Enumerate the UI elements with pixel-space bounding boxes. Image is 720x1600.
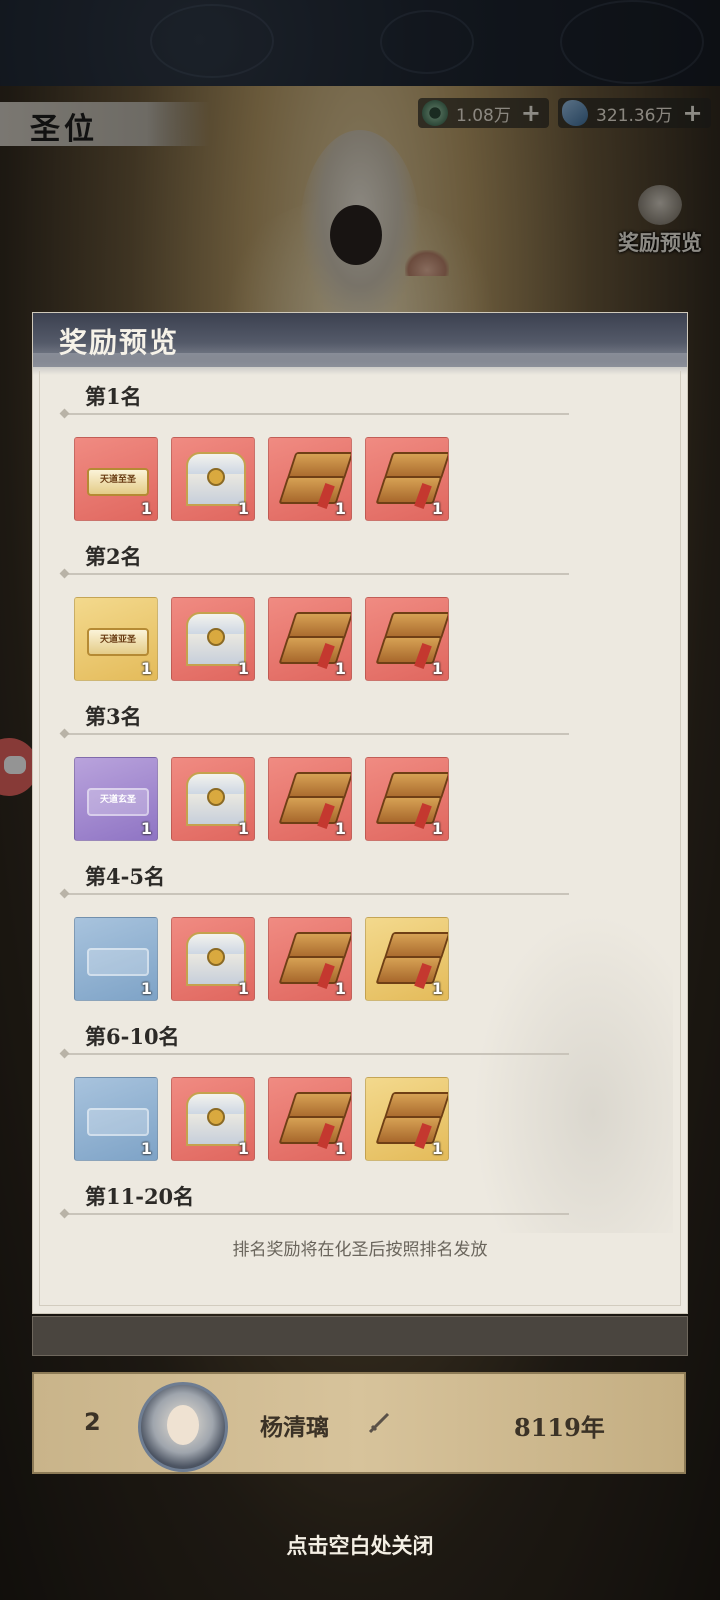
rank-divider: [65, 1213, 569, 1215]
reward-item-token[interactable]: 天道亚圣 1: [74, 597, 158, 681]
reward-item-token[interactable]: 天道至圣 1: [74, 437, 158, 521]
reward-item-book[interactable]: 1: [268, 437, 352, 521]
item-quantity: 1: [431, 819, 443, 838]
reward-item-book[interactable]: 1: [365, 1077, 449, 1161]
item-quantity: 1: [140, 659, 152, 678]
avatar-face: [167, 1405, 199, 1445]
item-quantity: 1: [334, 1139, 346, 1158]
item-quantity: 1: [431, 1139, 443, 1158]
reward-item-book[interactable]: 1: [365, 437, 449, 521]
modal-header: 奖励预览: [33, 313, 687, 375]
rank-divider: [65, 413, 569, 415]
item-quantity: 1: [334, 659, 346, 678]
item-quantity: 1: [334, 499, 346, 518]
reward-items: 天道玄圣 1 1 1 1: [74, 757, 449, 841]
item-quantity: 1: [140, 819, 152, 838]
modal-title: 奖励预览: [59, 326, 180, 359]
sword-icon: [368, 1412, 390, 1434]
avatar: [138, 1382, 228, 1472]
reward-item-chest[interactable]: 1: [171, 757, 255, 841]
reward-item-chest[interactable]: 1: [171, 597, 255, 681]
reward-item-book[interactable]: 1: [365, 597, 449, 681]
item-quantity: 1: [431, 979, 443, 998]
item-quantity: 1: [140, 979, 152, 998]
rank-label: 第6-10名: [85, 1024, 180, 1049]
reward-item-chest[interactable]: 1: [171, 1077, 255, 1161]
reward-items: 天道亚圣 1 1 1 1: [74, 597, 449, 681]
treasure-chest-icon: [186, 1092, 246, 1146]
item-quantity: 1: [237, 1139, 249, 1158]
item-quantity: 1: [140, 1139, 152, 1158]
rank-label: 第1名: [85, 384, 142, 409]
ranking-list-row: [32, 1316, 688, 1356]
player-name: 杨清璃: [260, 1414, 329, 1441]
reward-item-chest[interactable]: 1: [171, 917, 255, 1001]
reward-preview-modal: 奖励预览 第1名天道至圣 1 1 1 1 第2名天道亚圣 1 1 1 1 第3名天道玄圣 1 1 1 1 第4…: [32, 312, 688, 1314]
rank-divider: [65, 1053, 569, 1055]
reward-item-book[interactable]: 1: [268, 1077, 352, 1161]
item-quantity: 1: [334, 819, 346, 838]
item-quantity: 1: [140, 499, 152, 518]
item-quantity: 1: [237, 499, 249, 518]
reward-item-token[interactable]: 天道玄圣 1: [74, 757, 158, 841]
close-hint[interactable]: 点击空白处关闭: [0, 1530, 720, 1560]
reward-item-token[interactable]: 1: [74, 917, 158, 1001]
title-token-icon: 天道至圣: [87, 468, 149, 496]
ink-landscape-watermark: [473, 913, 673, 1233]
item-quantity: 1: [237, 819, 249, 838]
reward-item-book[interactable]: 1: [268, 757, 352, 841]
item-quantity: 1: [237, 659, 249, 678]
title-token-icon: 天道亚圣: [87, 628, 149, 656]
item-quantity: 1: [334, 979, 346, 998]
rank-label: 第4-5名: [85, 864, 165, 889]
rank-divider: [65, 893, 569, 895]
reward-item-token[interactable]: 1: [74, 1077, 158, 1161]
item-quantity: 1: [431, 499, 443, 518]
title-token-icon: 天道玄圣: [87, 788, 149, 816]
title-token-icon: [87, 948, 149, 976]
treasure-chest-icon: [186, 772, 246, 826]
reward-items: 1 1 1 1: [74, 917, 449, 1001]
rank-label: 第11-20名: [85, 1184, 195, 1209]
treasure-chest-icon: [186, 452, 246, 506]
rank-label: 第2名: [85, 544, 142, 569]
treasure-chest-icon: [186, 612, 246, 666]
reward-item-book[interactable]: 1: [268, 917, 352, 1001]
reward-item-book[interactable]: 1: [365, 757, 449, 841]
reward-items: 天道至圣 1 1 1 1: [74, 437, 449, 521]
rank-label: 第3名: [85, 704, 142, 729]
rank-divider: [65, 733, 569, 735]
title-token-icon: [87, 1108, 149, 1136]
rank-divider: [65, 573, 569, 575]
reward-item-book[interactable]: 1: [365, 917, 449, 1001]
item-quantity: 1: [431, 659, 443, 678]
reward-items: 1 1 1 1: [74, 1077, 449, 1161]
my-rank-number: 2: [84, 1408, 101, 1436]
reward-item-book[interactable]: 1: [268, 597, 352, 681]
item-quantity: 1: [237, 979, 249, 998]
reward-footer-note: 排名奖励将在化圣后按照排名发放: [232, 1240, 488, 1260]
my-ranking-row: 2 杨清璃 8119年: [32, 1372, 686, 1474]
treasure-chest-icon: [186, 932, 246, 986]
player-score: 8119年: [514, 1413, 605, 1442]
reward-item-chest[interactable]: 1: [171, 437, 255, 521]
